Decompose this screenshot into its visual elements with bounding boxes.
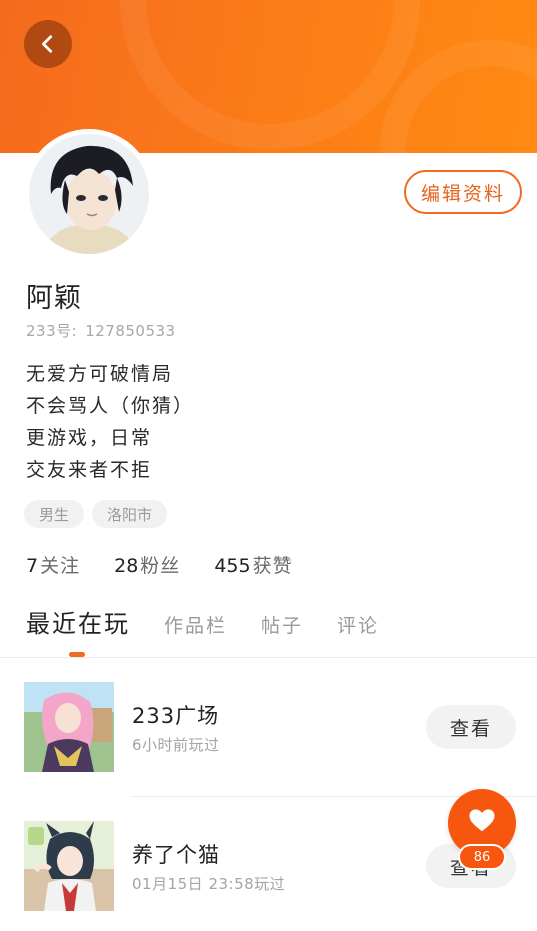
tab-works[interactable]: 作品栏 [164, 611, 227, 638]
game-thumbnail [24, 682, 114, 772]
location-tag: 洛阳市 [92, 500, 168, 528]
tabs-divider [0, 657, 537, 658]
game-title: 233广场 [132, 704, 220, 728]
following-label: 关注 [40, 555, 81, 577]
game-thumbnail-image [24, 682, 114, 772]
following-stat[interactable]: 7 关注 [26, 551, 80, 578]
game-last-played: 01月15日 23:58玩过 [132, 875, 286, 893]
likes-label: 获赞 [252, 555, 293, 577]
fans-stat[interactable]: 28 粉丝 [114, 551, 180, 578]
game-last-played: 6小时前玩过 [132, 736, 220, 754]
gender-tag: 男生 [24, 500, 85, 528]
tab-comments[interactable]: 评论 [337, 611, 379, 638]
profile-tabs: 最近在玩 作品栏 帖子 评论 [26, 604, 413, 639]
avatar[interactable] [24, 129, 154, 259]
view-game-button[interactable]: 查看 [426, 705, 516, 749]
likes-count: 455 [214, 555, 251, 577]
bio-line: 无爱方可破情局 [26, 363, 174, 385]
user-id-value: 127850533 [85, 322, 176, 340]
likes-stat[interactable]: 455 获赞 [214, 551, 292, 578]
user-id: 233号: 127850533 [26, 320, 176, 341]
profile-tags: 男生 洛阳市 [24, 500, 168, 528]
avatar-image [29, 134, 149, 254]
profile-stats: 7 关注 28 粉丝 455 获赞 [26, 551, 327, 578]
tab-posts[interactable]: 帖子 [261, 611, 303, 638]
bio-line: 更游戏，日常 [26, 427, 153, 449]
bio-line: 不会骂人（你猜） [26, 395, 195, 417]
game-title: 养了个猫 [132, 843, 220, 867]
back-button[interactable] [24, 20, 72, 68]
bio-line: 交友来者不拒 [26, 459, 153, 481]
heart-icon [469, 809, 495, 832]
game-thumbnail [24, 821, 114, 911]
user-id-label: 233号: [26, 322, 78, 340]
fans-count: 28 [114, 555, 139, 577]
game-thumbnail-image [24, 821, 114, 911]
tab-recently-played[interactable]: 最近在玩 [26, 604, 130, 639]
edit-profile-button[interactable]: 编辑资料 [404, 170, 522, 214]
following-count: 7 [26, 555, 39, 577]
username: 阿颖 [26, 283, 82, 314]
like-count-badge: 86 [458, 844, 506, 870]
game-list-item[interactable]: 233广场 6小时前玩过 查看 [0, 682, 537, 777]
fans-label: 粉丝 [140, 555, 181, 577]
chevron-left-icon [42, 35, 53, 53]
bio: 无爱方可破情局 不会骂人（你猜） 更游戏，日常 交友来者不拒 [26, 358, 194, 486]
